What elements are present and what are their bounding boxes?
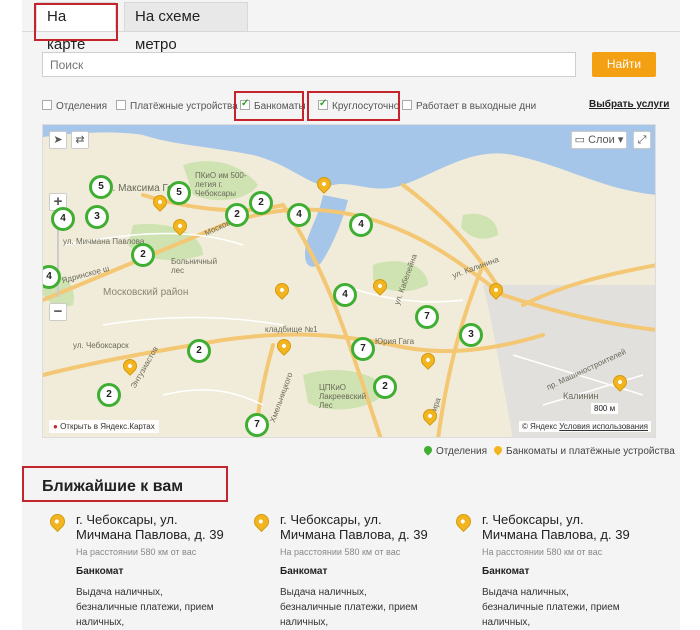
map-pin-icon: ● bbox=[53, 422, 58, 431]
search-input[interactable] bbox=[42, 52, 576, 77]
card-distance: На расстоянии 580 км от вас bbox=[482, 547, 603, 557]
filter-label: Работает в выходные дни bbox=[416, 101, 537, 112]
branch-cluster[interactable]: 2 bbox=[373, 375, 397, 399]
zoom-out-button[interactable]: − bbox=[49, 303, 67, 321]
filter-payment-devices[interactable]: Платёжные устройства bbox=[116, 100, 238, 114]
atm-pin-icon bbox=[452, 510, 475, 533]
atm-pin-icon bbox=[250, 510, 273, 533]
card-description: Выдача наличных, безналичные платежи, пр… bbox=[280, 587, 418, 628]
checkbox[interactable] bbox=[116, 100, 126, 110]
highlight-round-clock-box bbox=[307, 91, 400, 121]
branch-cluster[interactable]: 7 bbox=[245, 413, 269, 437]
card-distance: На расстоянии 580 км от вас bbox=[280, 547, 401, 557]
yellow-pin-icon bbox=[492, 444, 504, 456]
legend-label: Отделения bbox=[436, 446, 488, 457]
branch-cluster[interactable]: 7 bbox=[415, 305, 439, 329]
card-address: г. Чебоксары, ул. Мичмана Павлова, д. 39 bbox=[76, 512, 224, 542]
nearest-card[interactable]: г. Чебоксары, ул. Мичмана Павлова, д. 39… bbox=[452, 510, 631, 630]
branch-cluster[interactable]: 3 bbox=[85, 205, 109, 229]
map-label-forest: Больничный лес bbox=[171, 257, 218, 275]
atm-pin-icon bbox=[46, 510, 69, 533]
layers-label: Слои bbox=[588, 134, 615, 146]
tab-metro-scheme[interactable]: На схеме метро bbox=[124, 2, 248, 53]
checkbox[interactable] bbox=[402, 100, 412, 110]
map-label-street: Калинин bbox=[563, 391, 599, 401]
find-button[interactable]: Найти bbox=[592, 52, 656, 77]
filter-weekends[interactable]: Работает в выходные дни bbox=[402, 100, 536, 114]
highlight-atms-box bbox=[234, 91, 304, 121]
card-type: Банкомат bbox=[482, 566, 530, 577]
route-icon[interactable]: ⇄ bbox=[71, 131, 89, 149]
branch-cluster[interactable]: 5 bbox=[89, 175, 113, 199]
card-type: Банкомат bbox=[76, 566, 124, 577]
nearest-card[interactable]: г. Чебоксары, ул. Мичмана Павлова, д. 39… bbox=[46, 510, 225, 630]
card-type: Банкомат bbox=[280, 566, 328, 577]
terms-link[interactable]: Условия использования bbox=[559, 422, 648, 431]
branch-cluster[interactable]: 4 bbox=[51, 207, 75, 231]
map[interactable]: ➤ ⇄ ▭ Слои ▾ ⤢ + − Московский район р. М… bbox=[42, 124, 656, 438]
branch-cluster[interactable]: 4 bbox=[287, 203, 311, 227]
branch-cluster[interactable]: 2 bbox=[131, 243, 155, 267]
highlight-nearest-box bbox=[22, 466, 228, 502]
branch-cluster[interactable]: 7 bbox=[351, 337, 375, 361]
green-pin-icon bbox=[422, 444, 434, 456]
card-description: Выдача наличных, безналичные платежи, пр… bbox=[482, 587, 620, 628]
tabs-divider bbox=[22, 31, 680, 32]
map-label-park: ПКиО им 500-летия г. Чебоксары bbox=[195, 171, 247, 198]
branch-cluster[interactable]: 2 bbox=[97, 383, 121, 407]
card-address: г. Чебоксары, ул. Мичмана Павлова, д. 39 bbox=[280, 512, 428, 542]
card-distance: На расстоянии 580 км от вас bbox=[76, 547, 197, 557]
map-label-cemetery: кладбище №1 bbox=[265, 325, 318, 334]
branch-cluster[interactable]: 5 bbox=[167, 181, 191, 205]
filter-label: Отделения bbox=[56, 101, 108, 112]
card-description: Выдача наличных, безналичные платежи, пр… bbox=[76, 587, 214, 628]
map-label-street: ул. Чебоксарск bbox=[73, 341, 129, 350]
choose-services-link[interactable]: Выбрать услуги bbox=[589, 99, 669, 110]
locate-icon[interactable]: ➤ bbox=[49, 131, 67, 149]
highlight-tab-box bbox=[34, 3, 118, 41]
card-address: г. Чебоксары, ул. Мичмана Павлова, д. 39 bbox=[482, 512, 630, 542]
fullscreen-icon[interactable]: ⤢ bbox=[633, 131, 651, 149]
map-label-street: Юрия Гага bbox=[375, 337, 415, 346]
layers-button[interactable]: ▭ Слои ▾ bbox=[571, 131, 627, 149]
branch-cluster[interactable]: 2 bbox=[225, 203, 249, 227]
branch-cluster[interactable]: 2 bbox=[187, 339, 211, 363]
map-scale: 800 м bbox=[591, 403, 619, 414]
legend-label: Банкоматы и платёжные устройства bbox=[506, 446, 675, 457]
map-copyright: © Яндекс Условия использования bbox=[518, 421, 651, 432]
branch-cluster[interactable]: 4 bbox=[349, 213, 373, 237]
map-label-district: Московский район bbox=[103, 287, 189, 298]
branch-cluster[interactable]: 2 bbox=[249, 191, 273, 215]
filter-branches[interactable]: Отделения bbox=[42, 100, 107, 114]
open-link-label: Открыть в Яндекс.Картах bbox=[60, 422, 155, 431]
map-label-park: ЦПКиО Лакреевский Лес bbox=[319, 383, 367, 410]
legend-atms: Банкоматы и платёжные устройства bbox=[492, 444, 675, 457]
branch-cluster[interactable]: 4 bbox=[333, 283, 357, 307]
nearest-card[interactable]: г. Чебоксары, ул. Мичмана Павлова, д. 39… bbox=[250, 510, 429, 630]
legend-branches: Отделения bbox=[422, 444, 488, 457]
filter-label: Платёжные устройства bbox=[130, 101, 238, 112]
open-in-yandex-maps-link[interactable]: ● Открыть в Яндекс.Картах bbox=[49, 420, 159, 433]
copyright-text: © Яндекс bbox=[521, 422, 557, 431]
checkbox[interactable] bbox=[42, 100, 52, 110]
map-label-street: ул. Мичмана Павлова bbox=[63, 237, 145, 246]
layers-icon: ▭ bbox=[574, 134, 585, 146]
branch-cluster[interactable]: 3 bbox=[459, 323, 483, 347]
